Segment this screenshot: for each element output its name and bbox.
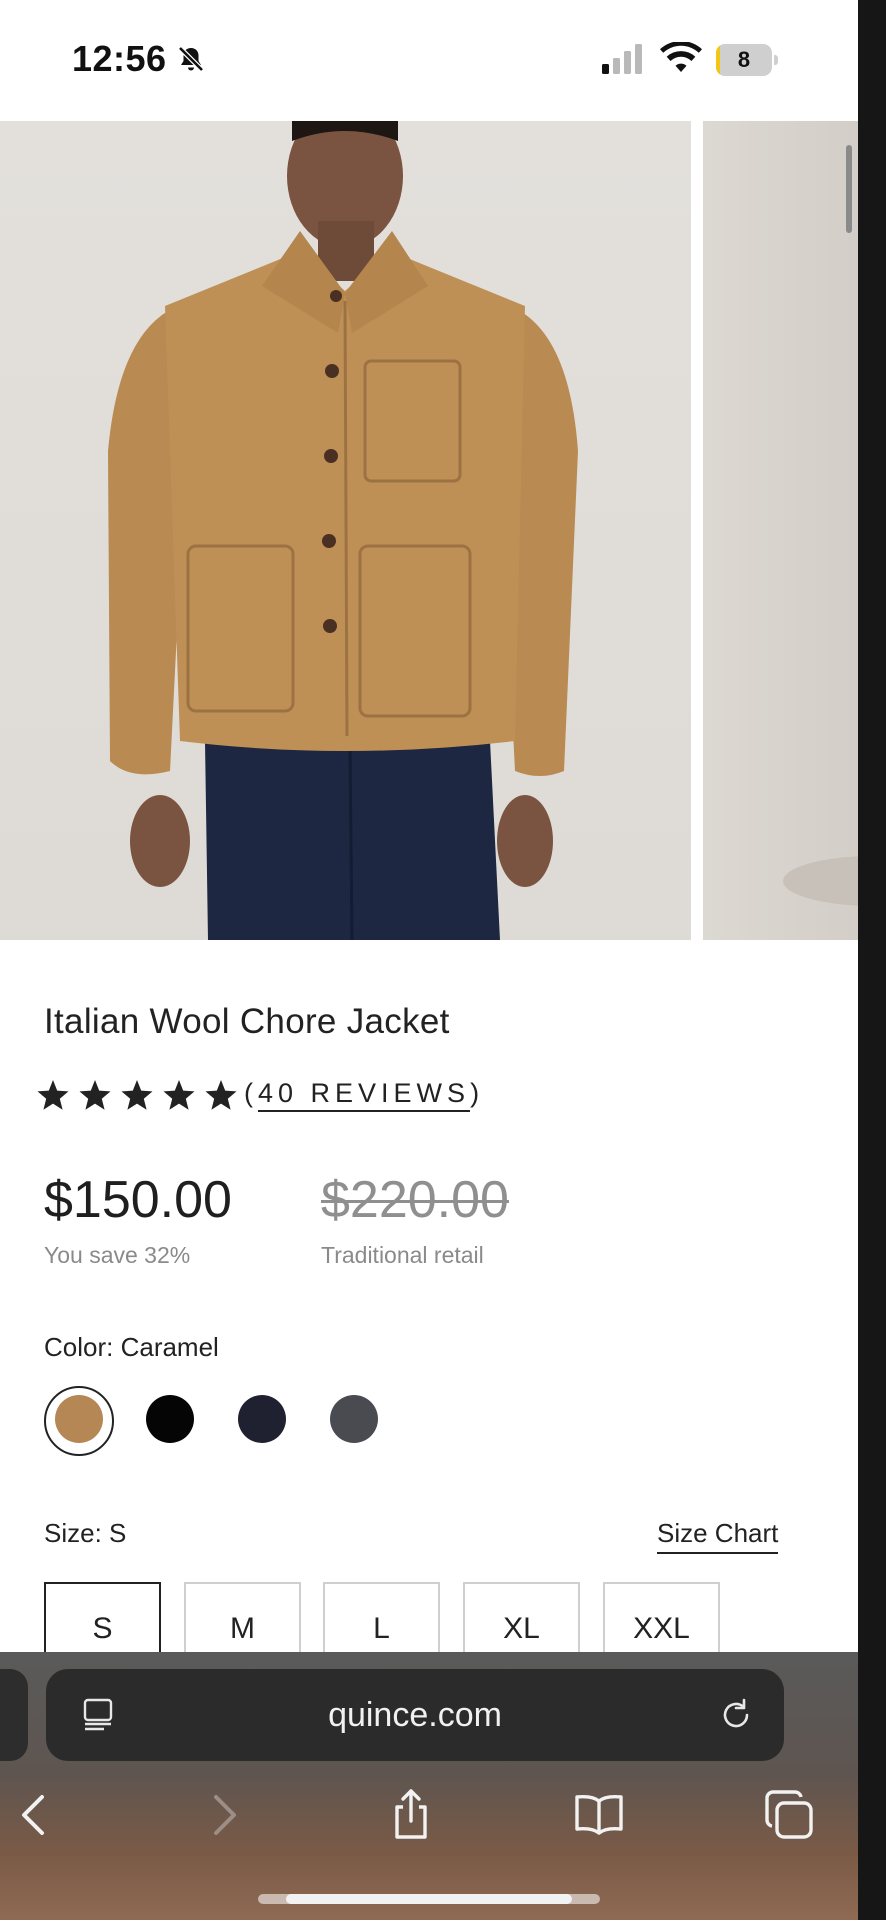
rating-stars: [36, 1078, 246, 1114]
address-bar[interactable]: quince.com: [46, 1669, 784, 1761]
cellular-signal-icon: [602, 44, 642, 74]
reload-icon[interactable]: [718, 1697, 754, 1733]
original-price-label: Traditional retail: [321, 1242, 484, 1268]
color-swatch-caramel[interactable]: [55, 1395, 103, 1443]
wifi-icon: [660, 42, 702, 72]
product-title: Italian Wool Chore Jacket: [44, 1002, 450, 1041]
home-indicator[interactable]: [258, 1894, 600, 1904]
sale-price: $150.00: [44, 1171, 232, 1229]
status-bar: 12:56 8: [0, 0, 858, 121]
savings-text: You save 32%: [44, 1242, 191, 1268]
back-icon[interactable]: [6, 1787, 62, 1843]
reader-mode-icon[interactable]: [80, 1697, 116, 1733]
scroll-indicator[interactable]: [846, 145, 852, 233]
bookmarks-icon[interactable]: [571, 1787, 627, 1843]
color-label: Color: Caramel: [44, 1332, 219, 1362]
url-text[interactable]: quince.com: [46, 1669, 784, 1761]
size-chart-link[interactable]: Size Chart: [657, 1518, 779, 1554]
tabs-icon[interactable]: [761, 1787, 817, 1843]
reviews-link-wrapper[interactable]: (40 REVIEWS): [244, 1078, 485, 1112]
color-swatch-black[interactable]: [146, 1395, 194, 1443]
star-icon: [121, 1080, 153, 1110]
size-label: Size: S: [44, 1518, 127, 1548]
color-swatch-navy[interactable]: [238, 1395, 286, 1443]
next-photo-background: [783, 856, 858, 906]
reviews-close-paren: ): [470, 1078, 485, 1108]
jacket-model-illustration: [108, 121, 578, 940]
home-indicator-bar: [286, 1894, 572, 1904]
browser-toolbar: quince.com: [0, 1652, 858, 1920]
battery-body: 8: [716, 44, 772, 76]
screen-edge: [858, 0, 886, 1920]
product-photo-main[interactable]: [0, 121, 691, 940]
battery-cap: [774, 55, 778, 65]
forward-icon[interactable]: [196, 1787, 252, 1843]
battery-level: 8: [737, 47, 751, 72]
star-icon: [205, 1080, 237, 1110]
star-icon: [37, 1080, 69, 1110]
color-swatch-charcoal[interactable]: [330, 1395, 378, 1443]
bell-slash-icon: [178, 46, 204, 72]
original-price: $220.00: [321, 1171, 509, 1229]
reviews-link[interactable]: 40 REVIEWS: [258, 1078, 471, 1112]
reviews-open-paren: (: [244, 1078, 258, 1108]
share-icon[interactable]: [383, 1787, 439, 1843]
status-time: 12:56: [72, 38, 167, 79]
product-photo-next[interactable]: [703, 121, 858, 940]
star-icon: [79, 1080, 111, 1110]
product-gallery[interactable]: [0, 121, 858, 940]
battery-indicator: 8: [716, 44, 778, 76]
previous-tab-edge[interactable]: [0, 1669, 28, 1761]
product-page: 12:56 8 Italian Wool Chore Jacket (40 RE…: [0, 0, 858, 1920]
star-icon: [163, 1080, 195, 1110]
